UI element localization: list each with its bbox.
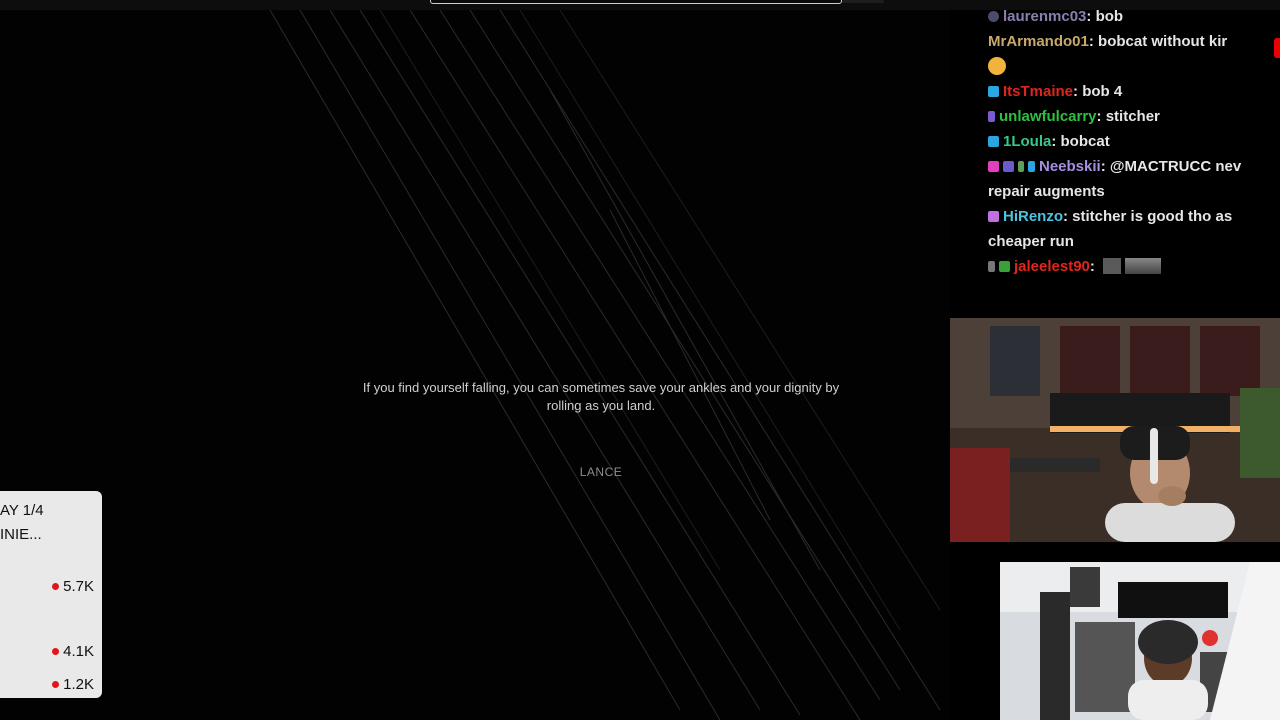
live-dot-icon [52, 648, 60, 655]
chat-text: bob [1095, 8, 1124, 25]
address-bar-extension [842, 0, 884, 3]
blue-badge-icon [988, 136, 999, 147]
chat-username: ItsTmaine [1003, 83, 1074, 100]
emote-icon [1125, 258, 1162, 274]
chat-message: Neebskii: @MACTRUCC nev [988, 154, 1241, 179]
chat-message-continuation: repair augments [988, 179, 1105, 204]
live-dot-icon [52, 681, 60, 688]
chat-message: 1Loula: bobcat [988, 129, 1110, 154]
panel-title-line-1: AY 1/4 [0, 502, 44, 519]
heart-badge-icon [988, 161, 999, 172]
loading-tip-author: LANCE [579, 465, 623, 479]
mod-badge-icon [988, 261, 995, 272]
chat-text: @MACTRUCC nev [1109, 158, 1242, 175]
stat-value: 5.7K [63, 578, 94, 595]
game-loading-screen: If you find yourself falling, you can so… [0, 10, 950, 720]
chat-overlay: laurenmc03: bob MrArmando01: bobcat with… [978, 0, 1280, 300]
chat-message: HiRenzo: stitcher is good tho as [988, 204, 1232, 229]
streamer-webcam [950, 318, 1280, 542]
panel-title-line-2: INIE... [0, 526, 42, 543]
stat-row: 5.7K [44, 578, 94, 595]
live-dot-icon [52, 583, 60, 590]
emote-icon [1103, 258, 1122, 274]
stat-value: 4.1K [63, 643, 94, 660]
chat-username: jaleelest90 [1014, 258, 1090, 275]
sub-badge-icon [1003, 161, 1014, 172]
chat-message: laurenmc03: bob [988, 4, 1123, 29]
chat-username: HiRenzo [1003, 208, 1063, 225]
stat-row: 4.1K [44, 643, 94, 660]
guest-webcam-scene [1000, 562, 1280, 720]
tier-badge-icon [1028, 161, 1035, 172]
stat-value: 1.2K [63, 676, 94, 693]
chat-text: repair augments [988, 183, 1105, 200]
webcam-scene [950, 318, 1280, 542]
chat-message-continuation [988, 55, 1006, 80]
chat-text: bobcat [1060, 133, 1110, 150]
chat-text: stitcher is good tho as [1072, 208, 1233, 225]
chat-message-continuation: cheaper run [988, 229, 1074, 254]
loading-streaks [269, 10, 941, 720]
guest-webcam [1000, 562, 1280, 720]
chat-message: jaleelest90: [988, 254, 1162, 279]
blue-badge-icon [988, 86, 999, 97]
controller-badge-icon [988, 211, 999, 222]
chat-message: MrArmando01: bobcat without kir [988, 33, 1228, 50]
chat-username: MrArmando01 [988, 33, 1089, 50]
chat-username: unlawfulcarry [999, 108, 1097, 125]
chat-message: ItsTmaine: bob 4 [988, 79, 1122, 104]
circle-badge-icon [988, 11, 999, 22]
sad-emoji-icon [988, 57, 1006, 75]
stat-row: 1.2K [44, 676, 94, 693]
purple-badge-icon [988, 111, 995, 122]
gift-badge-icon [1018, 161, 1024, 172]
chat-username: Neebskii [1039, 158, 1101, 175]
chat-text: bobcat without kir [1098, 33, 1228, 50]
chat-message: unlawfulcarry: stitcher [988, 104, 1160, 129]
address-bar[interactable] [430, 0, 842, 4]
loading-tip-text: If you find yourself falling, you can so… [362, 380, 840, 413]
chat-username: 1Loula [1003, 133, 1052, 150]
chat-text: bob 4 [1082, 83, 1123, 100]
verified-badge-icon [999, 261, 1010, 272]
chat-username: laurenmc03 [1003, 8, 1087, 25]
notification-edge-icon [1274, 38, 1280, 58]
chat-text: stitcher [1105, 108, 1160, 125]
chat-text: cheaper run [988, 233, 1074, 250]
